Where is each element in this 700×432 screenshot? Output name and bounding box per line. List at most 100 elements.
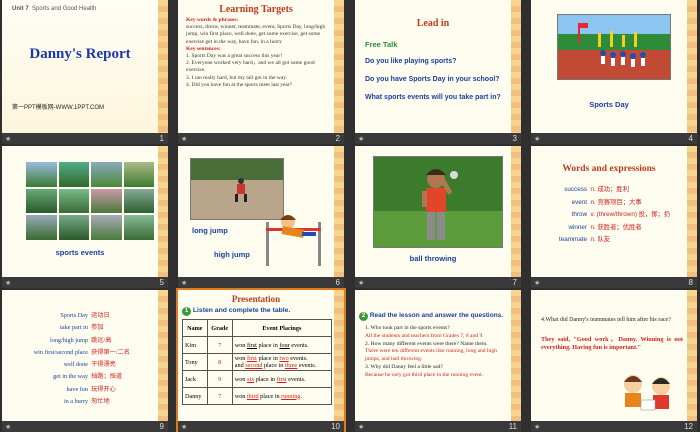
slide-thumbnail-8[interactable]: Words and expressions success n. 成功；胜利 e…: [531, 146, 697, 288]
slide-number: 1: [159, 134, 164, 143]
unit-label: Unit 7: [12, 6, 29, 12]
star-icon: ★: [534, 424, 541, 431]
high-jump-cartoon-icon: [266, 215, 321, 266]
vocab-row: success n. 成功；胜利: [564, 186, 629, 193]
decorative-border: [334, 290, 344, 421]
photo-caption: ball throwing: [409, 254, 457, 263]
sports-events-photo-grid: [26, 162, 154, 240]
slide-thumbnail-7[interactable]: ball throwing ★ 7: [355, 146, 521, 288]
sports-day-photo: [557, 14, 671, 80]
ball-throwing-photo: [373, 156, 503, 248]
event-placings-table: Name Grade Event Placings Kim 7 won firs…: [182, 319, 333, 405]
slide-title: Words and expressions: [562, 164, 656, 174]
event-photo: [123, 162, 154, 187]
decorative-border: [158, 0, 168, 133]
slide-thumbnail-4[interactable]: Sports Day ★ 4: [531, 0, 697, 144]
table-row: Jack 9 won six place in first events.: [182, 370, 333, 388]
slide-number: 7: [512, 278, 517, 287]
event-photo: [58, 188, 89, 214]
instruction-text: Read the lesson and answer the questions…: [369, 312, 504, 319]
question-2: Do you have Sports Day in your school?: [365, 76, 500, 83]
star-icon: ★: [181, 136, 188, 143]
decorative-border: [158, 146, 168, 277]
vocab-row: throw v. (threw/thrown) 投，掷；扔: [571, 211, 671, 218]
star-icon: ★: [534, 136, 541, 143]
star-icon: ★: [181, 424, 188, 431]
slide-thumbnail-12[interactable]: 4.What did Danny's teammates tell him af…: [531, 290, 697, 432]
event-photo: [26, 162, 57, 187]
event-photo: [26, 188, 57, 214]
slide-number: 3: [512, 134, 517, 143]
star-icon: ★: [5, 280, 12, 287]
slide-thumbnail-10[interactable]: Presentation 1 Listen and complete the t…: [176, 288, 346, 432]
slide-number: 6: [335, 278, 340, 287]
event-photo: [91, 215, 122, 240]
answer-text: All the students and teachers from Grade…: [365, 332, 484, 339]
slide-thumbnail-3[interactable]: Lead in Free Talk Do you like playing sp…: [355, 0, 521, 144]
question-text: 1. Who took part in the sports events?: [365, 325, 450, 331]
slide-number: 11: [508, 422, 517, 431]
decorative-border: [511, 290, 521, 421]
table-header: Grade: [206, 319, 233, 337]
table-header: Event Placings: [231, 319, 333, 337]
slide-thumbnail-11[interactable]: 2 Read the lesson and answer the questio…: [355, 290, 521, 432]
question-text: 4.What did Danny's teammates tell him af…: [541, 317, 671, 323]
phrase-row: well done 干得漂亮: [63, 361, 116, 369]
slide-number: 12: [684, 422, 693, 431]
phrase-row: get in the way 挡路；挡道: [53, 373, 123, 381]
vocab-list: success n. 成功；胜利 event n. 竞赛项目；大事 throw …: [541, 184, 681, 247]
slide-number: 4: [688, 134, 693, 143]
decorative-border: [511, 146, 521, 277]
photo-caption: Sports Day: [589, 100, 629, 109]
photo-caption: sports events: [55, 248, 105, 257]
slide-thumbnail-1[interactable]: Unit 7 Sports and Good Health Danny's Re…: [2, 0, 168, 144]
long-jump-caption: long jump: [192, 226, 228, 235]
phrase-row: take part in 参加: [60, 324, 104, 332]
star-icon: ★: [181, 280, 188, 287]
event-photo: [91, 188, 122, 214]
slide-thumbnail-9[interactable]: Sports Day 运动日 take part in 参加 long/high…: [2, 290, 168, 432]
slide-thumbnail-6[interactable]: long jump high jump ★ 6: [178, 146, 344, 288]
key-words-text: success, throw, winner, teammate, event,…: [186, 24, 326, 45]
slide-number: 5: [159, 278, 164, 287]
question-3: What sports events will you take part in…: [365, 94, 501, 101]
event-photo: [58, 162, 89, 187]
key-sentence: 4. Did you have fun at the sports meet l…: [186, 81, 293, 88]
vocab-row: event n. 竞赛项目；大事: [571, 198, 642, 206]
unit-subtitle: Sports and Good Health: [32, 6, 97, 12]
phrase-list: Sports Day 运动日 take part in 参加 long/high…: [8, 310, 158, 408]
decorative-border: [511, 0, 521, 133]
decorative-border: [687, 0, 697, 133]
answer-text: There were ten different events like run…: [365, 348, 497, 363]
table-row: Kim 7 won first place in four events.: [182, 336, 333, 354]
star-icon: ★: [358, 424, 365, 431]
table-row: Tony 8 won first place in two events. and…: [182, 353, 333, 371]
vocab-row: teammate n. 队友: [559, 236, 611, 243]
free-talk-label: Free Talk: [365, 40, 398, 49]
star-icon: ★: [358, 280, 365, 287]
star-icon: ★: [5, 136, 12, 143]
event-photo: [58, 215, 89, 240]
answer-text: Because he only got third place in the r…: [365, 371, 484, 378]
slide-thumbnail-2[interactable]: Learning Targets Key words & phrases: su…: [178, 0, 344, 144]
phrase-row: have fun 玩得开心: [66, 385, 116, 393]
slide-number: 10: [331, 422, 340, 431]
activity-badge: 1: [182, 307, 191, 316]
decorative-border: [334, 146, 344, 277]
kids-cartoon: [615, 370, 685, 416]
table-row: Danny 7 won third place in running.: [182, 387, 333, 405]
slide-number: 8: [688, 278, 693, 287]
slide-number: 9: [159, 422, 164, 431]
parade-figures-icon: [578, 23, 646, 67]
event-photo: [123, 188, 154, 214]
table-header: Name: [182, 319, 208, 337]
key-sentence: 2. Everyone worked very hard，and we all …: [186, 60, 315, 74]
answer-text: They said, "Good work，Danny. Winning is …: [541, 336, 683, 352]
star-icon: ★: [358, 136, 365, 143]
decorative-border: [158, 290, 168, 421]
table-header-row: Name Grade Event Placings: [182, 319, 333, 337]
phrase-row: in a hurry 匆忙地: [63, 398, 110, 406]
key-sentence: 3. I ran really hard, but my tail got in…: [186, 74, 288, 81]
slide-number: 2: [335, 134, 340, 143]
slide-thumbnail-5[interactable]: sports events ★ 5: [2, 146, 168, 288]
